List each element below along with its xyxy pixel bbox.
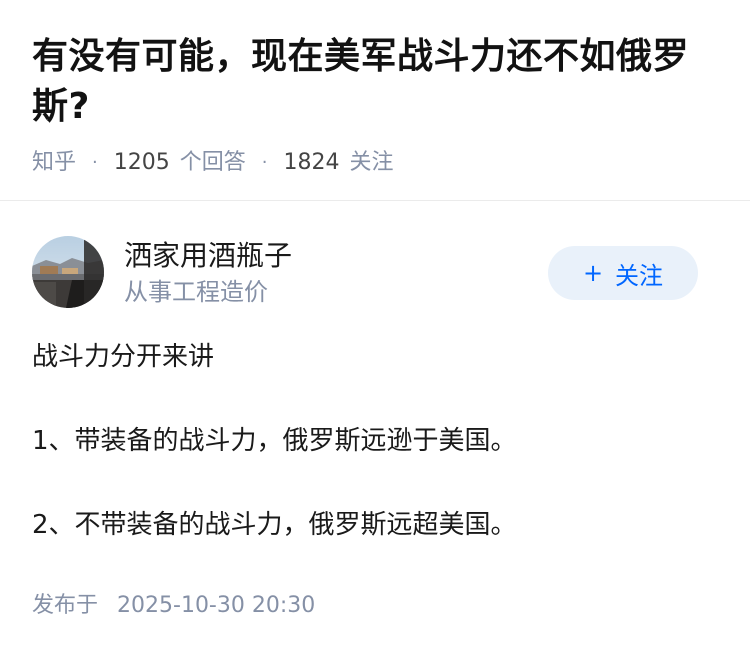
author-info: 洒家用酒瓶子 从事工程造价	[124, 236, 292, 308]
separator-dot: ·	[261, 152, 268, 173]
publish-time: 2025-10-30 20:30	[117, 593, 316, 618]
question-header: 有没有可能，现在美军战斗力还不如俄罗斯? 知乎 · 1205 个回答 · 182…	[0, 0, 750, 200]
answer-count: 1205	[113, 150, 170, 175]
author-avatar[interactable]	[32, 236, 104, 308]
source-label[interactable]: 知乎	[32, 148, 76, 178]
follow-button[interactable]: + 关注	[548, 246, 698, 300]
publish-label: 发布于	[32, 593, 99, 618]
author-name[interactable]: 洒家用酒瓶子	[124, 236, 292, 276]
answer-paragraph: 2、不带装备的战斗力，俄罗斯远超美国。	[32, 510, 517, 540]
follow-button-label: 关注	[615, 261, 664, 290]
answer-count-label: 个回答	[179, 150, 246, 175]
separator-dot: ·	[92, 152, 98, 173]
answer-body: 战斗力分开来讲 1、带装备的战斗力，俄罗斯远逊于美国。 2、不带装备的战斗力，俄…	[0, 307, 750, 545]
answer-page: 有没有可能，现在美军战斗力还不如俄罗斯? 知乎 · 1205 个回答 · 182…	[0, 0, 750, 658]
question-meta: 知乎 · 1205 个回答 · 1824 关注	[32, 148, 718, 178]
author-bio: 从事工程造价	[124, 278, 268, 306]
plus-icon: +	[582, 259, 604, 287]
follow-count: 1824	[283, 150, 340, 175]
answer-paragraph: 战斗力分开来讲	[32, 342, 215, 372]
follow-count-label: 关注	[349, 150, 394, 175]
answer-paragraph: 1、带装备的战斗力，俄罗斯远逊于美国。	[32, 426, 517, 456]
publish-meta: 发布于 2025-10-30 20:30	[32, 590, 315, 622]
author-row: 洒家用酒瓶子 从事工程造价 + 关注	[0, 201, 750, 308]
question-title[interactable]: 有没有可能，现在美军战斗力还不如俄罗斯?	[32, 32, 718, 132]
avatar-photo-icon	[32, 236, 104, 308]
